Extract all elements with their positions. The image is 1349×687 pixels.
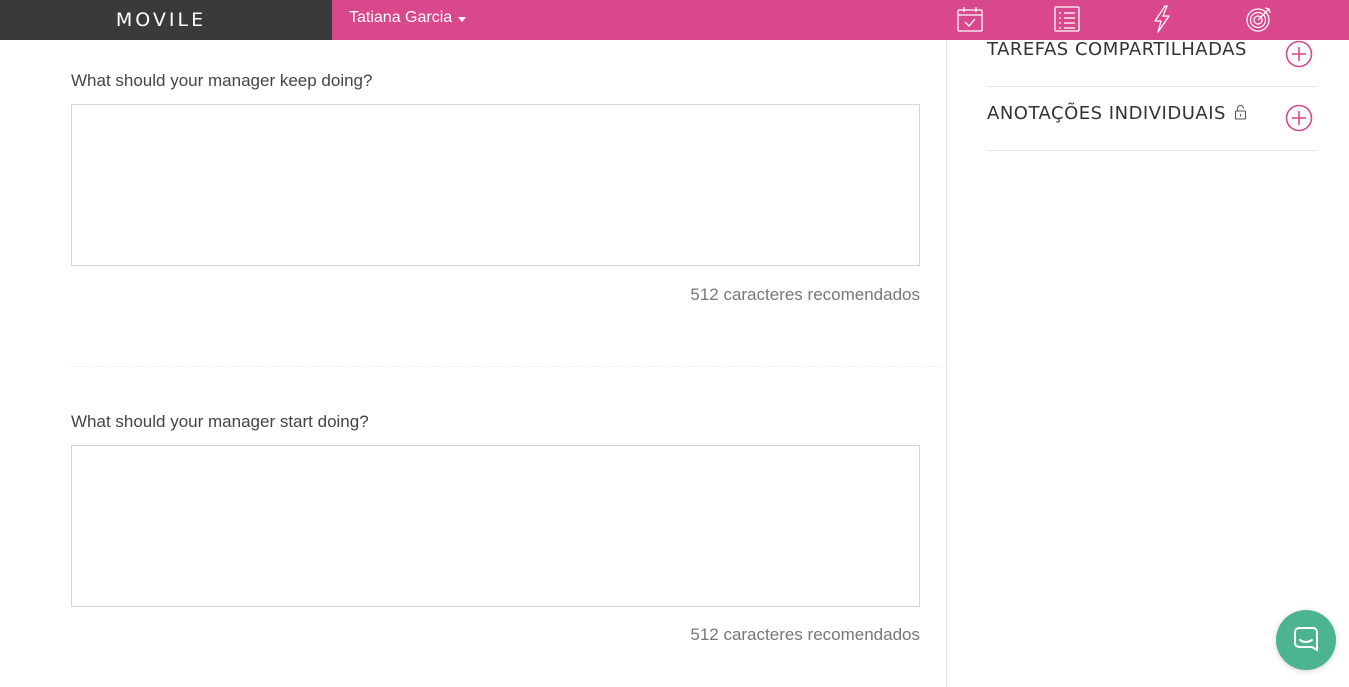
chat-launcher-button[interactable] <box>1276 610 1336 670</box>
caret-down-icon <box>458 16 467 22</box>
top-bar: MOVILE Tatiana Garcia <box>0 0 1349 40</box>
shared-tasks-title: TAREFAS COMPARTILHADAS <box>987 39 1247 60</box>
header-nav: Tatiana Garcia <box>332 0 1349 40</box>
question-start-doing: What should your manager start doing? <box>71 412 369 431</box>
calendar-check-icon[interactable] <box>955 4 985 34</box>
keep-doing-textarea[interactable] <box>71 104 920 266</box>
plus-circle-icon[interactable] <box>1285 40 1313 68</box>
user-name: Tatiana Garcia <box>349 9 453 26</box>
individual-notes-label: ANOTAÇÕES INDIVIDUAIS <box>987 103 1226 124</box>
section-divider <box>71 366 946 367</box>
char-hint: 512 caracteres recomendados <box>690 625 920 644</box>
target-icon[interactable] <box>1244 4 1274 34</box>
individual-notes-section: ANOTAÇÕES INDIVIDUAIS <box>987 86 1317 151</box>
column-divider <box>946 40 947 687</box>
user-menu[interactable]: Tatiana Garcia <box>349 9 467 27</box>
lock-icon <box>1234 104 1247 125</box>
start-doing-textarea[interactable] <box>71 445 920 607</box>
chat-bubble-icon <box>1294 627 1318 652</box>
list-icon[interactable] <box>1052 4 1082 34</box>
brand-area: MOVILE <box>0 0 332 40</box>
char-hint: 512 caracteres recomendados <box>690 285 920 304</box>
question-keep-doing: What should your manager keep doing? <box>71 71 373 90</box>
lightning-icon[interactable] <box>1147 4 1177 34</box>
individual-notes-title: ANOTAÇÕES INDIVIDUAIS <box>987 103 1247 125</box>
feedback-form: What should your manager keep doing? 512… <box>0 40 946 687</box>
plus-circle-icon[interactable] <box>1285 104 1313 132</box>
movile-logo[interactable]: MOVILE <box>116 9 216 31</box>
